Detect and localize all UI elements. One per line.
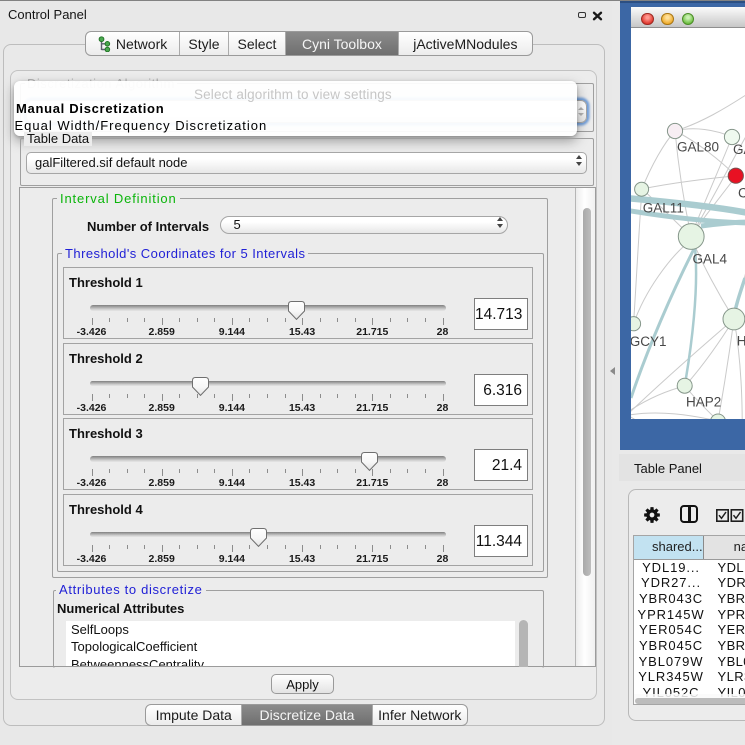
svg-text:GAL11: GAL11 bbox=[643, 200, 684, 215]
svg-text:GAL4: GAL4 bbox=[693, 251, 728, 266]
svg-text:GAL80: GAL80 bbox=[677, 139, 719, 154]
svg-text:HAP2: HAP2 bbox=[686, 394, 721, 409]
svg-text:H: H bbox=[737, 333, 745, 348]
svg-text:GA: GA bbox=[733, 142, 745, 157]
svg-text:GCY1: GCY1 bbox=[631, 334, 666, 349]
svg-text:C: C bbox=[738, 185, 745, 200]
